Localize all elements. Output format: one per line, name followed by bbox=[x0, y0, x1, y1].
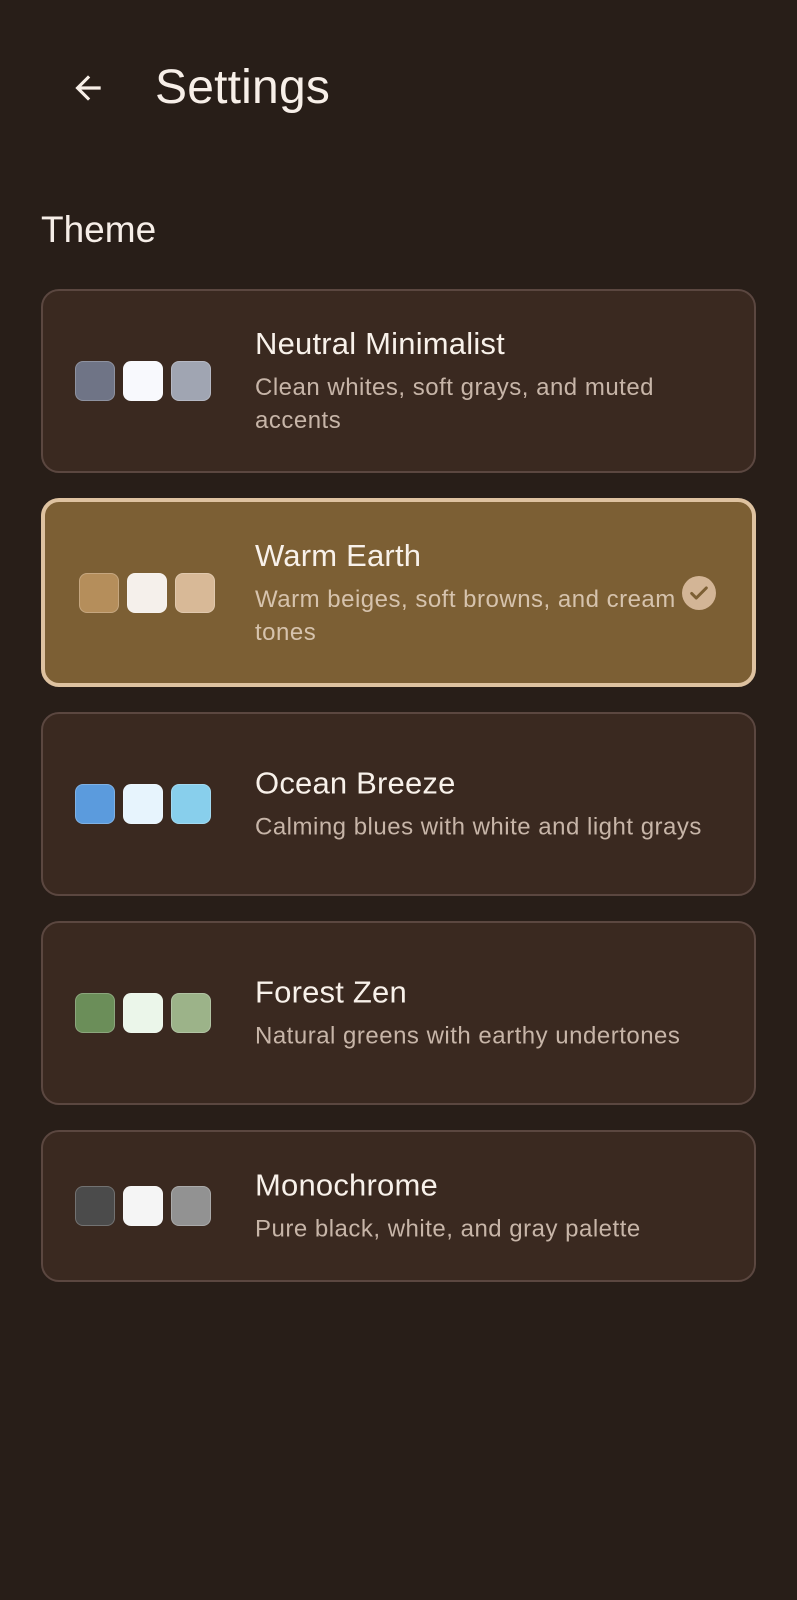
section-title-theme: Theme bbox=[41, 209, 157, 250]
swatch-accent bbox=[171, 361, 211, 401]
swatch-background bbox=[123, 361, 163, 401]
theme-option-warm-earth[interactable]: Warm Earth Warm beiges, soft browns, and… bbox=[41, 498, 756, 687]
swatch-primary bbox=[79, 572, 119, 613]
theme-name: Ocean Breeze bbox=[255, 765, 456, 801]
swatch-accent bbox=[175, 572, 215, 613]
swatch-primary bbox=[75, 993, 115, 1033]
app-bar: Settings bbox=[0, 0, 797, 180]
color-swatches bbox=[79, 572, 215, 613]
theme-option-ocean-breeze[interactable]: Ocean Breeze Calming blues with white an… bbox=[41, 712, 756, 896]
swatch-primary bbox=[75, 784, 115, 824]
theme-text: Monochrome Pure black, white, and gray p… bbox=[255, 1167, 705, 1246]
theme-option-neutral-minimalist[interactable]: Neutral Minimalist Clean whites, soft gr… bbox=[41, 289, 756, 473]
color-swatches bbox=[75, 1186, 211, 1226]
swatch-background bbox=[123, 784, 163, 824]
swatch-accent bbox=[171, 784, 211, 824]
theme-option-forest-zen[interactable]: Forest Zen Natural greens with earthy un… bbox=[41, 921, 756, 1105]
theme-text: Neutral Minimalist Clean whites, soft gr… bbox=[255, 325, 705, 437]
theme-description: Natural greens with earthy undertones bbox=[255, 1022, 681, 1050]
color-swatches bbox=[75, 993, 211, 1033]
theme-name: Monochrome bbox=[255, 1167, 438, 1203]
swatch-accent bbox=[171, 993, 211, 1033]
theme-text: Warm Earth Warm beiges, soft browns, and… bbox=[255, 537, 705, 649]
theme-name: Forest Zen bbox=[255, 974, 407, 1010]
color-swatches bbox=[75, 784, 211, 824]
back-button[interactable] bbox=[62, 62, 114, 114]
theme-description: Warm beiges, soft browns, and cream tone… bbox=[255, 585, 676, 646]
theme-name: Warm Earth bbox=[255, 537, 422, 573]
theme-option-monochrome[interactable]: Monochrome Pure black, white, and gray p… bbox=[41, 1130, 756, 1282]
arrow-left-icon bbox=[75, 75, 101, 101]
checkmark-circle-icon bbox=[682, 575, 716, 610]
color-swatches bbox=[75, 361, 211, 401]
theme-description: Pure black, white, and gray palette bbox=[255, 1215, 641, 1243]
theme-text: Forest Zen Natural greens with earthy un… bbox=[255, 974, 705, 1053]
swatch-accent bbox=[171, 1186, 211, 1226]
swatch-background bbox=[123, 993, 163, 1033]
swatch-primary bbox=[75, 1186, 115, 1226]
theme-description: Clean whites, soft grays, and muted acce… bbox=[255, 374, 655, 434]
swatch-primary bbox=[75, 361, 115, 401]
swatch-background bbox=[127, 572, 167, 613]
theme-text: Ocean Breeze Calming blues with white an… bbox=[255, 765, 705, 844]
theme-description: Calming blues with white and light grays bbox=[255, 813, 702, 841]
swatch-background bbox=[123, 1186, 163, 1226]
page-title: Settings bbox=[155, 61, 331, 114]
theme-name: Neutral Minimalist bbox=[255, 326, 505, 361]
theme-list: Neutral Minimalist Clean whites, soft gr… bbox=[41, 289, 756, 1307]
